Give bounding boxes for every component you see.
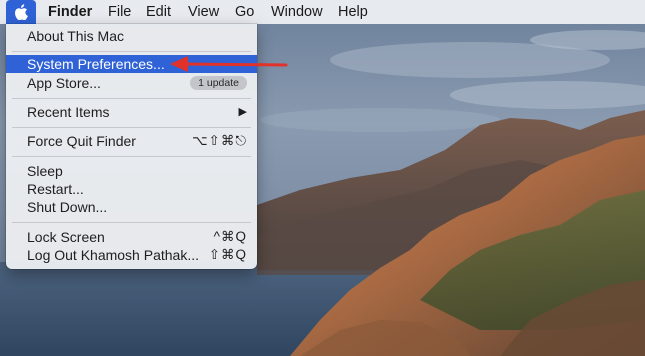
annotation-arrow-icon [170, 56, 288, 72]
